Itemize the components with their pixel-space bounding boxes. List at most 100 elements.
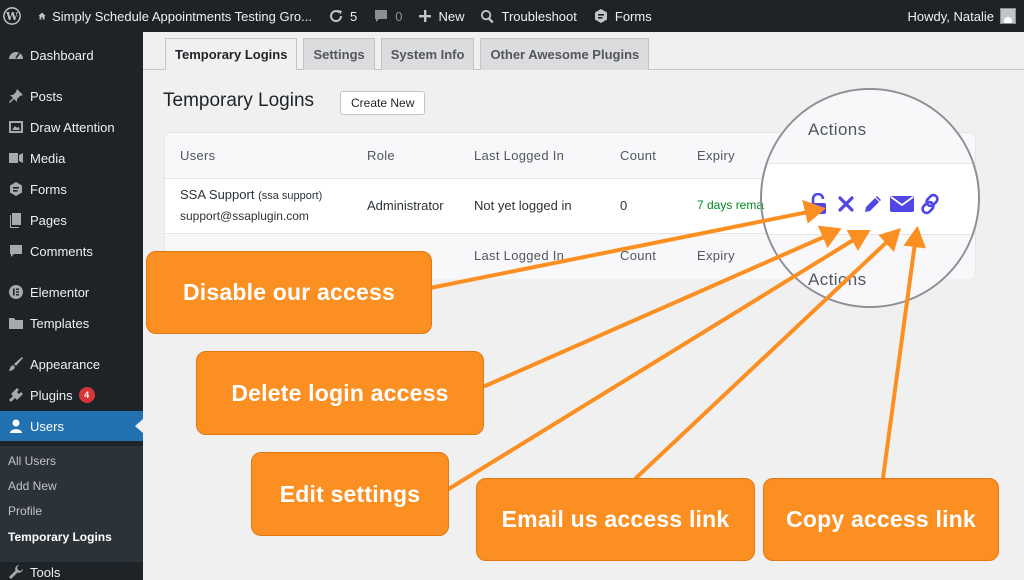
sidebar-item-label: Appearance <box>30 356 101 372</box>
new-label: New <box>438 8 465 24</box>
sidebar-item-label: Draw Attention <box>30 119 115 135</box>
sidebar-item-elementor[interactable]: Elementor <box>0 277 143 307</box>
comments-count: 0 <box>395 8 403 24</box>
email-link-button[interactable] <box>888 192 916 216</box>
site-name-link[interactable]: Simply Schedule Appointments Testing Gro… <box>30 0 320 32</box>
envelope-icon <box>890 196 914 212</box>
link-chain-icon <box>921 193 939 215</box>
header-role: Role <box>367 148 395 163</box>
sidebar-item-appearance[interactable]: Appearance <box>0 349 143 379</box>
edit-settings-button[interactable] <box>861 192 885 216</box>
pages-icon <box>8 212 24 228</box>
submenu-temporary-logins[interactable]: Temporary Logins <box>8 530 112 544</box>
plugin-icon <box>8 387 24 403</box>
callout-copy-link: Copy access link <box>763 478 999 561</box>
submenu-add-new[interactable]: Add New <box>8 479 57 493</box>
sidebar-item-label: Tools <box>30 564 61 580</box>
disable-access-button[interactable] <box>806 192 830 216</box>
submenu-all-users[interactable]: All Users <box>8 454 56 468</box>
header-users: Users <box>180 148 216 163</box>
page-title: Temporary Logins <box>163 90 315 111</box>
greeting-text: Howdy, Natalie <box>907 8 994 24</box>
sidebar-item-comments[interactable]: Comments <box>0 236 143 266</box>
pencil-icon <box>865 196 881 212</box>
user-email: support@ssaplugin.com <box>180 209 309 223</box>
screenshot-root: W Simply Schedule Appointments Testing G… <box>0 0 1024 580</box>
updates-link[interactable]: 5 <box>320 0 365 32</box>
tab-system-info[interactable]: System Info <box>380 38 475 70</box>
sidebar-item-label: Plugins <box>30 387 73 403</box>
header-last-logged-in: Last Logged In <box>474 148 565 163</box>
callout-edit-settings: Edit settings <box>251 452 449 536</box>
user-username: (ssa support) <box>258 190 323 202</box>
sidebar-item-dashboard[interactable]: Dashboard <box>0 40 143 70</box>
pushpin-icon <box>8 88 24 104</box>
sidebar-item-forms[interactable]: Forms <box>0 174 143 204</box>
callout-delete-login: Delete login access <box>196 351 484 435</box>
account-menu[interactable]: Howdy, Natalie <box>908 0 1016 32</box>
forms-hexagon-icon <box>8 181 24 197</box>
sidebar-item-draw-attention[interactable]: Draw Attention <box>0 112 143 142</box>
wordpress-logo-icon[interactable]: W <box>0 0 30 32</box>
submenu-profile[interactable]: Profile <box>8 504 42 518</box>
plugins-update-badge: 4 <box>78 387 95 403</box>
media-camera-icon <box>8 150 24 166</box>
header-expiry: Expiry <box>697 148 735 163</box>
user-expiry: 7 days rema <box>697 198 764 212</box>
sidebar-item-label: Templates <box>30 315 90 331</box>
header-count: Count <box>620 148 657 163</box>
user-icon <box>8 418 24 434</box>
plus-icon <box>419 10 432 22</box>
sidebar-item-plugins[interactable]: Plugins 4 <box>0 380 143 410</box>
sidebar-item-label: Dashboard <box>30 47 94 63</box>
sidebar-item-label: Posts <box>30 88 63 104</box>
sidebar-item-label: Pages <box>30 212 67 228</box>
sidebar-item-media[interactable]: Media <box>0 143 143 173</box>
tab-temporary-logins[interactable]: Temporary Logins <box>165 38 298 70</box>
sidebar-item-label: Forms <box>30 181 67 197</box>
forms-link[interactable]: Forms <box>585 0 660 32</box>
admin-bar: W Simply Schedule Appointments Testing G… <box>0 0 1024 32</box>
sidebar-item-tools[interactable]: Tools <box>0 557 143 580</box>
tab-settings[interactable]: Settings <box>303 38 375 70</box>
forms-label: Forms <box>614 8 652 24</box>
sidebar-item-posts[interactable]: Posts <box>0 81 143 111</box>
user-last-logged-in: Not yet logged in <box>474 198 572 213</box>
sidebar-item-users[interactable]: Users <box>0 411 143 441</box>
dashboard-gauge-icon <box>8 47 24 63</box>
new-content-link[interactable]: New <box>410 0 472 32</box>
tab-other-awesome-plugins[interactable]: Other Awesome Plugins <box>480 38 650 70</box>
user-name: SSA Support (ssa support) <box>180 187 323 202</box>
comment-bubble-icon <box>375 10 388 22</box>
refresh-icon <box>330 10 343 23</box>
sidebar-item-label: Media <box>30 150 66 166</box>
unlock-icon <box>810 193 826 214</box>
create-new-button[interactable]: Create New <box>340 91 426 115</box>
svg-text:W: W <box>5 10 19 23</box>
folder-icon <box>8 315 24 331</box>
callout-email-link: Email us access link <box>476 478 755 561</box>
comments-link[interactable]: 0 <box>365 0 410 32</box>
footer-last-logged-in: Last Logged In <box>474 248 565 263</box>
zoom-magnifier: Actions Actions 7 days rema <box>760 88 980 308</box>
sidebar-item-label: Users <box>30 418 64 434</box>
callout-disable-access: Disable our access <box>146 251 432 334</box>
footer-expiry: Expiry <box>697 248 735 263</box>
wrench-icon <box>8 564 24 580</box>
sidebar-item-templates[interactable]: Templates <box>0 308 143 338</box>
sidebar-item-label: Elementor <box>30 284 90 300</box>
paintbrush-icon <box>8 356 24 372</box>
actions-header: Actions <box>808 120 867 139</box>
close-icon <box>838 196 854 212</box>
sidebar-item-pages[interactable]: Pages <box>0 205 143 235</box>
magnified-expiry: 7 days rema <box>762 198 764 212</box>
user-count: 0 <box>620 198 628 213</box>
magnifier-header <box>762 90 978 164</box>
actions-footer: Actions <box>808 270 867 289</box>
image-frame-icon <box>8 119 24 135</box>
copy-link-button[interactable] <box>918 192 942 216</box>
troubleshoot-label: Troubleshoot <box>501 8 577 24</box>
comment-bubble-icon <box>8 243 24 259</box>
delete-login-button[interactable] <box>834 192 858 216</box>
troubleshoot-link[interactable]: Troubleshoot <box>472 0 584 32</box>
